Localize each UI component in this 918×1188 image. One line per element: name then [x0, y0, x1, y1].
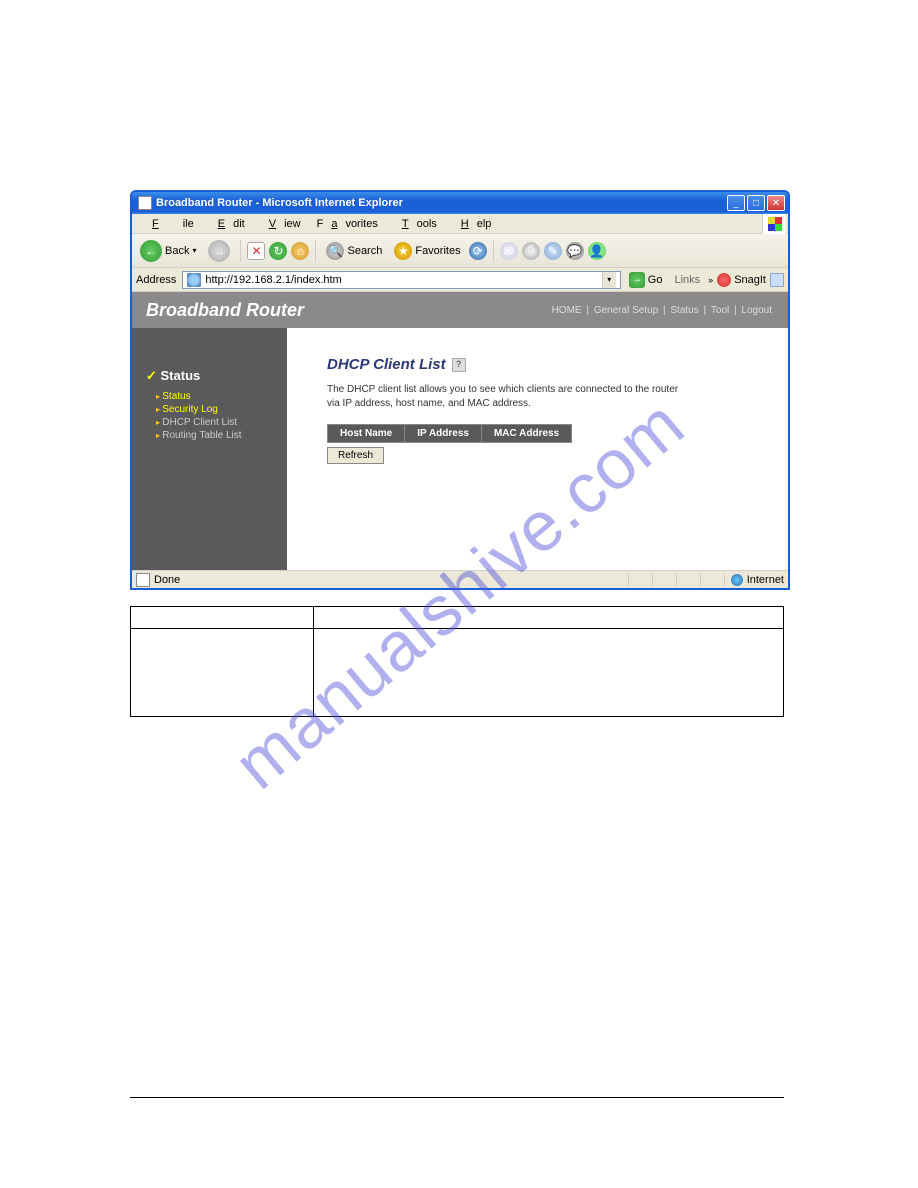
- nav-tool[interactable]: Tool: [709, 305, 731, 316]
- router-header: Broadband Router HOME | General Setup | …: [132, 292, 788, 328]
- addressbar: Address http://192.168.2.1/index.htm ▾ →…: [132, 268, 788, 292]
- nav-status[interactable]: Status: [668, 305, 700, 316]
- chevron-down-icon: ▾: [192, 246, 196, 255]
- status-cell: [652, 573, 676, 587]
- sidebar-item-status[interactable]: Status: [156, 390, 277, 403]
- snagit-icon: [717, 273, 731, 287]
- router-nav: HOME | General Setup | Status | Tool | L…: [550, 305, 774, 316]
- address-url: http://192.168.2.1/index.htm: [205, 274, 597, 286]
- router-brand: Broadband Router: [146, 300, 550, 321]
- search-button[interactable]: 🔍 Search: [322, 240, 386, 262]
- globe-icon: [731, 574, 743, 586]
- maximize-button[interactable]: □: [747, 195, 765, 211]
- menu-view[interactable]: View: [253, 216, 309, 232]
- address-label: Address: [136, 274, 178, 286]
- favorites-label: Favorites: [415, 245, 460, 257]
- discuss-button[interactable]: 💬: [566, 242, 584, 260]
- sidebar-item-security-log[interactable]: Security Log: [156, 403, 277, 416]
- status-text: Done: [154, 574, 628, 586]
- search-icon: 🔍: [326, 242, 344, 260]
- document-table: [130, 606, 784, 717]
- mail-button[interactable]: ✉: [500, 242, 518, 260]
- windows-flag-icon: [762, 214, 786, 234]
- chevron-right-icon: »: [708, 275, 713, 285]
- col-hostname: Host Name: [328, 425, 405, 443]
- separator: [315, 240, 316, 262]
- status-cell: [700, 573, 724, 587]
- sidebar-item-label: Security Log: [162, 404, 218, 415]
- close-button[interactable]: ✕: [767, 195, 785, 211]
- menu-edit[interactable]: Edit: [202, 216, 253, 232]
- browser-window: Broadband Router - Microsoft Internet Ex…: [130, 190, 790, 590]
- media-button[interactable]: ⟳: [469, 242, 487, 260]
- nav-logout[interactable]: Logout: [739, 305, 774, 316]
- snagit-button[interactable]: SnagIt: [717, 273, 766, 287]
- nav-home[interactable]: HOME: [550, 305, 584, 316]
- sidebar-title: Status: [146, 368, 277, 384]
- main-content: DHCP Client List ? The DHCP client list …: [287, 328, 788, 570]
- minimize-button[interactable]: _: [727, 195, 745, 211]
- home-button[interactable]: ⌂: [291, 242, 309, 260]
- menu-favorites[interactable]: Favorites: [309, 216, 386, 232]
- go-icon: →: [629, 272, 645, 288]
- star-icon: ★: [394, 242, 412, 260]
- page-title: DHCP Client List ?: [327, 356, 768, 373]
- sidebar: Status Status Security Log DHCP Client L…: [132, 328, 287, 570]
- back-button[interactable]: ← Back ▾: [136, 238, 200, 264]
- document-footer-rule: [130, 1097, 784, 1098]
- go-label: Go: [648, 274, 663, 286]
- nav-general[interactable]: General Setup: [592, 305, 661, 316]
- forward-icon: →: [208, 240, 230, 262]
- sidebar-item-dhcp-client-list[interactable]: DHCP Client List: [156, 416, 277, 429]
- done-icon: [136, 573, 150, 587]
- titlebar: Broadband Router - Microsoft Internet Ex…: [132, 192, 788, 214]
- page-content: Broadband Router HOME | General Setup | …: [132, 292, 788, 570]
- menu-help[interactable]: Help: [445, 216, 500, 232]
- links-label[interactable]: Links: [670, 274, 704, 286]
- stop-button[interactable]: ✕: [247, 242, 265, 260]
- col-ip: IP Address: [405, 425, 482, 443]
- snagit-window-icon[interactable]: [770, 273, 784, 287]
- sidebar-item-label: DHCP Client List: [162, 417, 237, 428]
- address-input[interactable]: http://192.168.2.1/index.htm ▾: [182, 271, 620, 289]
- ie-document-icon: [138, 196, 152, 210]
- sidebar-item-label: Status: [162, 391, 190, 402]
- page-title-text: DHCP Client List: [327, 356, 446, 373]
- back-label: Back: [165, 245, 189, 257]
- status-cell: [628, 573, 652, 587]
- favorites-button[interactable]: ★ Favorites: [390, 240, 464, 262]
- menu-tools[interactable]: Tools: [386, 216, 445, 232]
- ie-page-icon: [187, 273, 201, 287]
- sidebar-item-label: Routing Table List: [162, 430, 241, 441]
- separator: [240, 240, 241, 262]
- refresh-button[interactable]: ↻: [269, 242, 287, 260]
- col-mac: MAC Address: [481, 425, 571, 443]
- security-zone: Internet: [724, 574, 784, 586]
- chevron-down-icon[interactable]: ▾: [602, 272, 616, 288]
- refresh-button[interactable]: Refresh: [327, 447, 384, 464]
- dhcp-client-table: Host Name IP Address MAC Address: [327, 424, 572, 443]
- statusbar: Done Internet: [132, 570, 788, 588]
- status-cell: [676, 573, 700, 587]
- edit-button[interactable]: ✎: [544, 242, 562, 260]
- window-title: Broadband Router - Microsoft Internet Ex…: [156, 197, 727, 209]
- snagit-label: SnagIt: [734, 274, 766, 286]
- search-label: Search: [347, 245, 382, 257]
- menubar: File Edit View Favorites Tools Help: [132, 214, 788, 234]
- go-button[interactable]: → Go: [625, 272, 667, 288]
- messenger-button[interactable]: 👤: [588, 242, 606, 260]
- menu-file[interactable]: File: [136, 216, 202, 232]
- sidebar-item-routing-table[interactable]: Routing Table List: [156, 429, 277, 442]
- page-description: The DHCP client list allows you to see w…: [327, 383, 687, 410]
- forward-button[interactable]: →: [204, 238, 234, 264]
- help-icon[interactable]: ?: [452, 358, 466, 372]
- print-button[interactable]: ⎙: [522, 242, 540, 260]
- toolbar: ← Back ▾ → ✕ ↻ ⌂ 🔍 Search ★ Favorites ⟳ …: [132, 234, 788, 268]
- zone-label: Internet: [747, 574, 784, 586]
- back-icon: ←: [140, 240, 162, 262]
- separator: [493, 240, 494, 262]
